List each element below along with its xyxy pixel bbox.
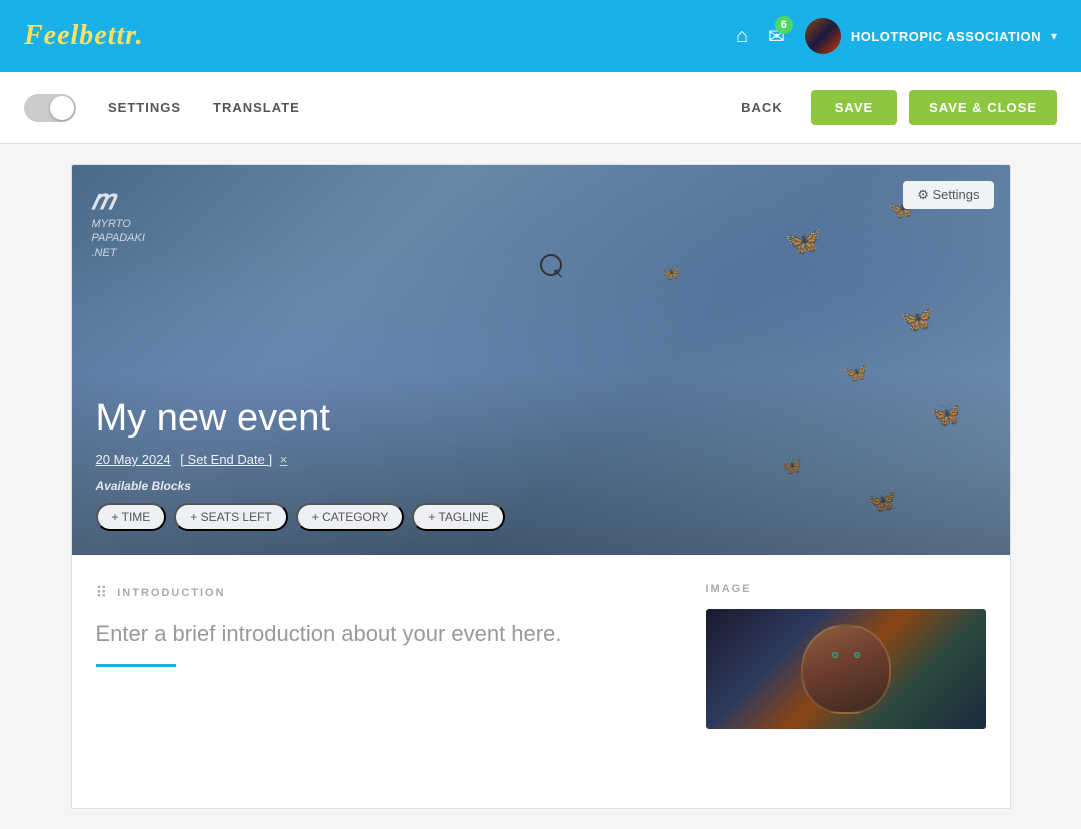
logo-site-text: MYRTO PAPADAKI .NET [92, 217, 145, 260]
butterfly-3: 🦋 [900, 302, 935, 335]
event-hero: 🦋 🦋 🦋 🦋 🦋 🦋 🦋 🦋 𝑚 MYRTO PAPADAKI .NET [72, 165, 1010, 555]
organization-selector[interactable]: HOLOTROPIC ASSOCIATION ▾ [805, 18, 1057, 54]
top-navigation: Feelbettr. ⌂ ✉ 6 HOLOTROPIC ASSOCIATION … [0, 0, 1081, 72]
notification-badge: 6 [775, 16, 793, 34]
translate-link[interactable]: TRANSLATE [213, 100, 300, 115]
back-button[interactable]: BACK [725, 92, 799, 123]
image-section: IMAGE [706, 583, 986, 729]
remove-date-button[interactable]: × [280, 452, 288, 467]
cursor-ring: ↖ [540, 254, 562, 276]
hero-content: My new event 20 May 2024 [ Set End Date … [72, 373, 1010, 555]
chevron-down-icon: ▾ [1051, 29, 1057, 43]
tag-seats-left[interactable]: + SEATS LEFT [174, 503, 287, 531]
logo-text: Feelbettr. [24, 20, 144, 51]
tag-category[interactable]: + CATEGORY [296, 503, 405, 531]
messages-icon[interactable]: ✉ 6 [768, 24, 785, 49]
intro-section: ⠿ INTRODUCTION Enter a brief introductio… [96, 583, 674, 729]
event-date-value[interactable]: 20 May 2024 [96, 452, 171, 467]
org-avatar [805, 18, 841, 54]
drag-handle-icon[interactable]: ⠿ [96, 583, 108, 603]
hero-settings-button[interactable]: ⚙ Settings [903, 181, 993, 209]
butterfly-1: 🦋 [785, 224, 822, 259]
save-button[interactable]: SAVE [811, 90, 897, 125]
available-blocks-label: Available Blocks [96, 479, 986, 493]
intro-underline [96, 664, 176, 667]
nav-right-area: ⌂ ✉ 6 HOLOTROPIC ASSOCIATION ▾ [736, 18, 1057, 54]
face-overlay [706, 609, 986, 729]
intro-section-label: INTRODUCTION [117, 587, 225, 599]
cursor-indicator: ↖ [540, 254, 562, 276]
left-eye [832, 652, 838, 658]
save-close-button[interactable]: SAVE & CLOSE [909, 90, 1057, 125]
settings-link[interactable]: SETTINGS [108, 100, 181, 115]
org-name: HOLOTROPIC ASSOCIATION [851, 29, 1041, 44]
tag-time[interactable]: + TIME [96, 503, 167, 531]
logo-icon: 𝑚 [92, 185, 145, 217]
set-end-date[interactable]: [ Set End Date ] [180, 452, 272, 467]
block-tags-container: + TIME + SEATS LEFT + CATEGORY + TAGLINE [96, 503, 986, 531]
face-art [801, 624, 891, 714]
right-eye [854, 652, 860, 658]
image-section-label: IMAGE [706, 583, 986, 595]
tag-tagline[interactable]: + TAGLINE [412, 503, 505, 531]
home-icon[interactable]: ⌂ [736, 25, 748, 48]
event-date-line: 20 May 2024 [ Set End Date ] × [96, 452, 986, 467]
body-section: ⠿ INTRODUCTION Enter a brief introductio… [72, 555, 1010, 757]
toolbar-actions: BACK SAVE SAVE & CLOSE [725, 90, 1057, 125]
intro-header: ⠿ INTRODUCTION [96, 583, 674, 603]
cursor-arrow: ↖ [552, 265, 564, 282]
event-image[interactable] [706, 609, 986, 729]
toolbar: SETTINGS TRANSLATE BACK SAVE SAVE & CLOS… [0, 72, 1081, 144]
brand-logo: Feelbettr. [24, 20, 144, 52]
main-content: 🦋 🦋 🦋 🦋 🦋 🦋 🦋 🦋 𝑚 MYRTO PAPADAKI .NET [0, 144, 1081, 829]
event-title[interactable]: My new event [96, 397, 986, 440]
toggle-knob [50, 96, 74, 120]
butterfly-8: 🦋 [661, 263, 681, 283]
intro-text-field[interactable]: Enter a brief introduction about your ev… [96, 617, 674, 650]
toggle-switch[interactable] [24, 94, 76, 122]
site-logo-overlay: 𝑚 MYRTO PAPADAKI .NET [92, 185, 145, 260]
face-eyes [832, 652, 860, 658]
